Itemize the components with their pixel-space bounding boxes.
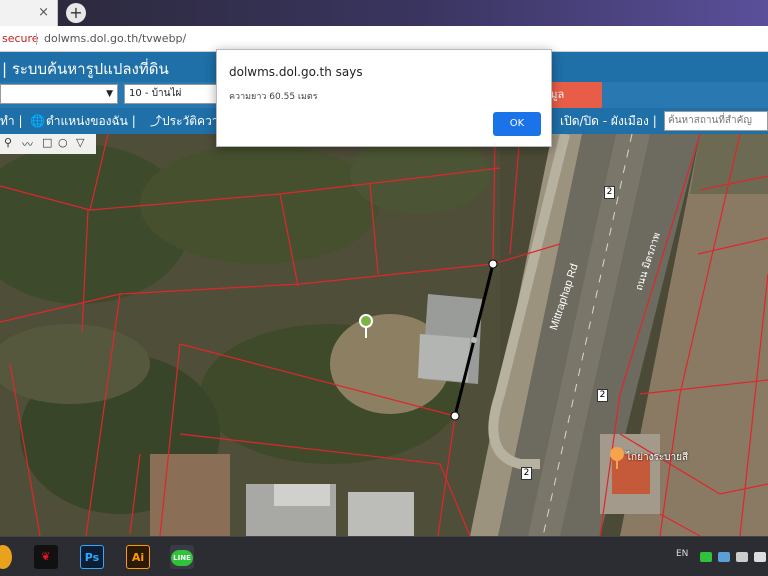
chevron-down-icon: ▼ (106, 89, 113, 99)
globe-icon: 🌐 (30, 114, 45, 128)
polyline-tool-icon[interactable]: 〰 (22, 136, 33, 152)
satellite-map (0, 134, 768, 536)
browser-tabstrip: × + (0, 0, 768, 26)
ok-button[interactable]: OK (493, 112, 541, 136)
app-title: | ระบบค้นหารูปแปลงที่ดิน (2, 60, 169, 78)
alert-dialog: dolwms.dol.go.th says ความยาว 60.55 เมตร… (216, 49, 552, 147)
tab-close-icon[interactable]: × (38, 5, 49, 20)
district-value: 10 - บ้านไผ่ (129, 88, 182, 99)
draw-toolbar: ⚲ 〰 □ ○ ▽ (0, 134, 96, 154)
poi-label[interactable]: ไก่ย่างระบายสี (626, 450, 688, 465)
circle-tool-icon[interactable]: ○ (58, 136, 68, 149)
toggle-cityplan-link[interactable]: เปิด/ปิด - ผังเมือง | (560, 108, 657, 134)
dialog-message: ความยาว 60.55 เมตร (229, 92, 318, 102)
screen: × + secure dolwms.dol.go.th/tvwebp/ Mitt… (0, 0, 768, 576)
rectangle-tool-icon[interactable]: □ (42, 136, 52, 149)
my-location-link[interactable]: ตำแหน่งของฉัน | (46, 108, 136, 134)
browser-tab[interactable]: × (0, 0, 58, 26)
security-indicator[interactable]: secure (2, 26, 39, 52)
history-icon: ⤴ (150, 114, 163, 128)
toolbar-item-1[interactable]: ทำ | (0, 108, 23, 134)
route-marker: 2 (521, 467, 532, 480)
taskbar: ❦ Ps Ai LINE EN (0, 536, 768, 576)
dialog-title: dolwms.dol.go.th says (229, 65, 363, 79)
security-tray-icon[interactable] (718, 552, 730, 562)
new-tab-button[interactable]: + (66, 3, 86, 23)
garena-app-icon[interactable]: ❦ (34, 545, 58, 569)
history-link[interactable]: ประวัติควา (162, 108, 219, 134)
language-indicator[interactable]: EN (676, 549, 688, 559)
line-badge: LINE (171, 550, 193, 566)
photoshop-app-icon[interactable]: Ps (80, 545, 104, 569)
route-marker: 2 (604, 186, 615, 199)
network-tray-icon[interactable] (754, 552, 766, 562)
pin-tool-icon[interactable]: ⚲ (4, 136, 12, 149)
district-select[interactable]: 10 - บ้านไผ่ (124, 84, 218, 104)
chrome-app-icon[interactable] (0, 545, 12, 569)
place-search-input[interactable]: ค้นหาสถานที่สำคัญ (664, 111, 768, 131)
polygon-tool-icon[interactable]: ▽ (76, 136, 84, 149)
line-tray-icon[interactable] (700, 552, 712, 562)
route-marker: 2 (597, 389, 608, 402)
map-canvas[interactable]: Mittraphap Rd ถนน มิตรภาพ 2 2 2 ไก่ย่างร… (0, 134, 768, 536)
province-select[interactable]: ▼ (0, 84, 118, 104)
line-app-icon[interactable]: LINE (170, 545, 194, 569)
url-text[interactable]: dolwms.dol.go.th/tvwebp/ (44, 26, 186, 52)
volume-tray-icon[interactable] (736, 552, 748, 562)
illustrator-app-icon[interactable]: Ai (126, 545, 150, 569)
address-divider (36, 33, 37, 45)
